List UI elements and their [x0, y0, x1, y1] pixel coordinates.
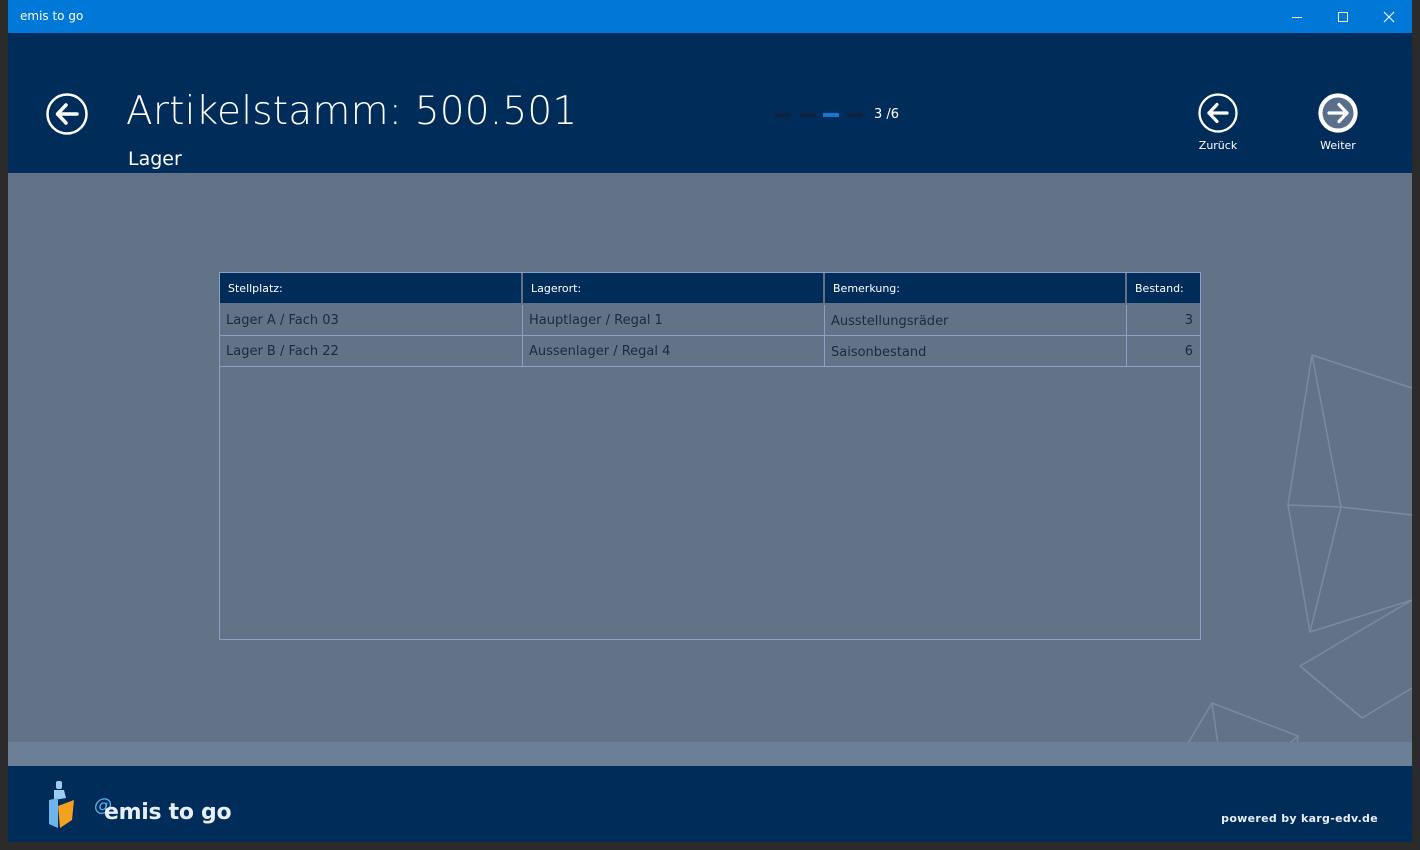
app-window: emis to go Artikelstamm: 500.501 Lager 3… — [8, 0, 1412, 842]
title-bar: emis to go — [8, 0, 1412, 33]
column-header-lagerort[interactable]: Lagerort: — [523, 273, 825, 303]
cell-stellplatz: Lager B / Fach 22 — [220, 336, 523, 366]
page-subtitle: Lager — [128, 148, 182, 170]
arrow-right-circle-icon — [1318, 93, 1358, 133]
arrow-left-circle-icon — [1198, 93, 1238, 133]
column-header-bestand[interactable]: Bestand: — [1127, 273, 1200, 303]
column-header-stellplatz[interactable]: Stellplatz: — [220, 273, 523, 303]
cell-bemerkung: Saisonbestand — [825, 336, 1127, 366]
table-header: Stellplatz: Lagerort: Bemerkung: Bestand… — [220, 273, 1200, 303]
arrow-left-circle-icon — [46, 93, 88, 135]
page-header: Artikelstamm: 500.501 Lager 3 /6 Zurück — [8, 33, 1412, 173]
cell-bemerkung: Ausstellungsräder — [825, 305, 1127, 335]
cell-stellplatz: Lager A / Fach 03 — [220, 305, 523, 335]
page-dot — [800, 113, 816, 117]
cell-bestand: 6 — [1184, 344, 1193, 359]
page-title: Artikelstamm: 500.501 — [126, 89, 578, 134]
close-icon — [1383, 11, 1395, 22]
table-row[interactable]: Lager B / Fach 22 Aussenlager / Regal 4 … — [220, 336, 1200, 367]
cell-bestand: 3 — [1184, 313, 1193, 328]
cell-lagerort: Aussenlager / Regal 4 — [523, 336, 825, 366]
maximize-icon — [1338, 11, 1348, 22]
minimize-icon — [1292, 16, 1302, 18]
page-dot — [775, 113, 791, 117]
powered-by-text: powered by karg-edv.de — [1221, 812, 1378, 825]
previous-button[interactable]: Zurück — [1178, 93, 1258, 152]
back-button[interactable] — [46, 93, 88, 135]
minimize-button[interactable] — [1274, 0, 1320, 33]
footer-strip — [8, 742, 1412, 766]
page-dot — [847, 113, 863, 117]
maximize-button[interactable] — [1320, 0, 1366, 33]
window-title: emis to go — [20, 9, 84, 23]
next-button[interactable]: Weiter — [1298, 93, 1378, 152]
page-dot-active — [823, 113, 839, 117]
previous-label: Zurück — [1198, 139, 1238, 152]
close-button[interactable] — [1366, 0, 1412, 33]
storage-table: Stellplatz: Lagerort: Bemerkung: Bestand… — [219, 272, 1201, 640]
page-counter: 3 /6 — [874, 107, 900, 122]
footer-logo-text: emis to go — [104, 800, 232, 825]
table-row[interactable]: Lager A / Fach 03 Hauptlager / Regal 1 A… — [220, 305, 1200, 336]
cell-lagerort: Hauptlager / Regal 1 — [523, 305, 825, 335]
next-label: Weiter — [1320, 139, 1356, 152]
column-header-bemerkung[interactable]: Bemerkung: — [825, 273, 1127, 303]
footer-bar: @ emis to go powered by karg-edv.de — [8, 766, 1412, 842]
